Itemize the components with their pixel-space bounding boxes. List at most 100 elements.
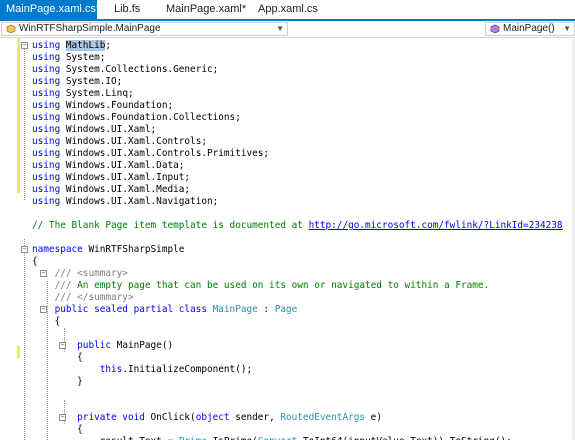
code-token: An empty page that can be used on its ow… [77,280,490,291]
code-line[interactable]: using MathLib; [32,40,111,52]
code-line[interactable]: // The Blank Page item template is docum… [32,220,563,232]
code-line[interactable]: private void OnClick(object sender, Rout… [32,412,382,424]
tab-label: MainPage.xaml.cs* [6,3,101,15]
collapse-toggle-icon[interactable]: − [59,342,66,349]
code-line[interactable]: using Windows.UI.Xaml.Media; [32,184,190,196]
code-token: Windows.UI.Xaml.Input; [65,172,191,183]
changed-lines-indicator [17,38,20,193]
code-line[interactable]: using Windows.UI.Xaml.Controls; [32,136,207,148]
code-line[interactable]: using System.Linq; [32,88,134,100]
code-token: .ToInt64(inputValue.Text)).ToString(); [297,436,511,440]
code-token: Windows.UI.Xaml.Controls; [65,136,207,147]
code-line[interactable]: using Windows.UI.Xaml.Data; [32,160,184,172]
code-token: object [195,412,236,423]
code-line[interactable]: using System.IO; [32,76,122,88]
code-line[interactable]: { [32,316,61,328]
code-token: MainPage [212,304,258,315]
code-line[interactable]: this.InitializeComponent(); [32,364,252,376]
collapse-toggle-icon[interactable]: − [59,414,66,421]
type-selector-dropdown[interactable]: WinRTFSharpSimple.MainPage ▼ [1,22,288,36]
code-token: : [257,304,275,315]
code-line[interactable]: } [32,376,83,388]
code-token: using [32,52,66,63]
member-selector-value: MainPage() [503,23,555,34]
editor-margin [0,38,18,440]
code-line[interactable]: public MainPage() [32,340,173,352]
code-token: /// </summary> [54,292,134,303]
collapse-toggle-icon[interactable]: − [21,42,28,49]
code-token: Page [274,304,298,315]
tab-label: Lib.fs [114,3,141,15]
code-token: // The Blank Page item template is docum… [32,220,309,231]
code-line[interactable]: namespace WinRTFSharpSimple [32,244,184,256]
code-token: { [32,316,61,327]
code-token: this [99,364,123,375]
code-token: } [32,376,83,387]
code-token: using [32,184,66,195]
code-line[interactable]: /// </summary> [32,292,134,304]
changed-lines-indicator [17,346,20,358]
code-token: System.Collections.Generic; [65,64,219,75]
code-token: { [32,352,83,363]
code-token: using [32,136,66,147]
code-hyperlink[interactable]: http://go.microsoft.com/fwlink/?LinkId=2… [309,220,563,231]
code-token: Windows.Foundation.Collections; [65,112,241,123]
code-token: using [32,100,66,111]
code-line[interactable]: using Windows.Foundation; [32,100,173,112]
code-line[interactable]: { [32,256,38,268]
code-token: namespace [32,244,89,255]
code-token: Windows.UI.Xaml; [65,124,157,135]
code-token: e) [365,412,382,423]
tab-lib-fs[interactable]: Lib.fs [108,0,158,19]
code-line[interactable]: /// An empty page that can be used on it… [32,280,490,292]
code-token: /// [54,280,78,291]
tab-label: App.xaml.cs [258,3,318,15]
code-line[interactable]: using System; [32,52,105,64]
tab-mainpage-xaml[interactable]: MainPage.xaml* [160,0,247,19]
code-line[interactable]: using Windows.UI.Xaml.Controls.Primitive… [32,148,269,160]
code-line[interactable]: using Windows.UI.Xaml.Input; [32,172,190,184]
code-token: MainPage() [116,340,174,351]
tab-mainpage-xaml-cs[interactable]: MainPage.xaml.cs* × [0,0,112,19]
code-token: .InitializeComponent(); [122,364,253,375]
code-token: using [32,172,66,183]
code-token: using [32,124,66,135]
code-editor[interactable]: using MathLib; − using System; using System… [0,38,575,440]
code-line[interactable]: using Windows.Foundation.Collections; [32,112,241,124]
code-line[interactable]: using System.Collections.Generic; [32,64,218,76]
code-line[interactable]: { [32,424,83,436]
collapse-toggle-icon[interactable]: − [40,306,47,313]
code-line[interactable]: using Windows.UI.Xaml; [32,124,156,136]
code-token: using [32,148,66,159]
code-token: { [32,424,83,435]
code-token: using [32,112,66,123]
code-token: Windows.UI.Xaml.Data; [65,160,185,171]
code-token: public [77,340,117,351]
selected-text: MathLib [65,40,106,51]
outline-guide [24,46,25,200]
code-token: .IsPrime( [207,436,258,440]
code-token: RoutedEventArgs [280,412,366,423]
collapse-toggle-icon[interactable]: − [40,270,47,277]
code-line[interactable]: using Windows.UI.Xaml.Navigation; [32,196,218,208]
code-token: Windows.UI.Xaml.Media; [65,184,191,195]
tab-label: MainPage.xaml* [166,3,247,15]
tab-app-xaml-cs[interactable]: App.xaml.cs [252,0,324,19]
member-selector-dropdown[interactable]: MainPage() ▼ [485,22,575,36]
code-token: System.Linq; [65,88,134,99]
code-token: public sealed partial class [54,304,213,315]
code-token: Windows.UI.Xaml.Controls.Primitives; [65,148,270,159]
code-line[interactable]: public sealed partial class MainPage : P… [32,304,298,316]
collapse-toggle-icon[interactable]: − [21,246,28,253]
code-token: using [32,40,66,51]
code-line[interactable]: { [32,352,83,364]
code-token: using [32,64,66,75]
code-line[interactable]: result.Text = Prime.IsPrime(Convert.ToIn… [32,436,512,440]
outline-guide [24,239,25,440]
code-token: sender, [235,412,281,423]
code-token: /// <summary> [54,268,128,279]
chevron-down-icon: ▼ [563,24,571,33]
